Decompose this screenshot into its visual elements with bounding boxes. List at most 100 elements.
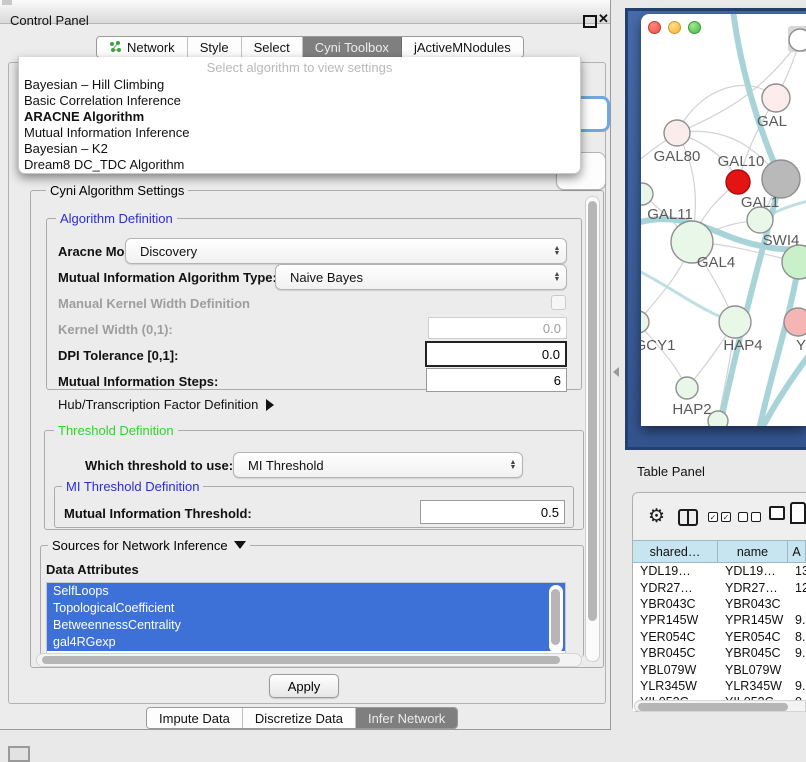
manual-kernel-checkbox[interactable] — [551, 295, 566, 310]
tab-label: Select — [254, 40, 290, 55]
top-edge-fragment — [2, 0, 12, 5]
table-hscrollbar-thumb[interactable] — [638, 703, 788, 711]
cyni-settings-title: Cyni Algorithm Settings — [46, 184, 188, 197]
tab-style[interactable]: Style — [188, 37, 242, 57]
mi-algorithm-type-label: Mutual Information Algorithm Type: — [58, 270, 277, 285]
network-node-gcy1[interactable] — [641, 311, 649, 333]
table-cell: 9. — [788, 679, 806, 693]
network-glyph-icon — [109, 41, 122, 53]
dropdown-item[interactable]: Dream8 DC_TDC Algorithm — [19, 157, 580, 173]
network-canvas[interactable]: GALGAL80GAL10GAL1GAL11GAL4SWI4GCY1HAP4YH… — [641, 14, 806, 426]
close-panel-button[interactable]: ✕ — [598, 11, 609, 27]
network-node-y[interactable] — [784, 308, 806, 336]
table-row[interactable]: YER054CYER054C8. — [633, 629, 806, 645]
sources-group-title[interactable]: Sources for Network Inference — [48, 539, 250, 552]
node-label: GAL4 — [697, 254, 735, 271]
network-node-gal10[interactable] — [726, 170, 750, 194]
network-node-gal80[interactable] — [664, 120, 690, 146]
clear-checks-icon[interactable] — [738, 512, 761, 522]
manual-kernel-label: Manual Kernel Width Definition — [58, 296, 250, 311]
table-cell: 9. — [788, 613, 806, 627]
dropdown-prompt: Select algorithm to view settings — [19, 57, 580, 77]
table-cell: YLR345W — [718, 679, 788, 693]
dropdown-item[interactable]: Mutual Information Inference — [19, 125, 580, 141]
dropdown-item[interactable]: ARACNE Algorithm — [19, 109, 580, 125]
node-label: GAL11 — [647, 206, 693, 223]
which-threshold-combobox[interactable]: MI Threshold ▲▼ — [233, 452, 523, 478]
tab-label: Cyni Toolbox — [315, 40, 389, 55]
table-cell: YBR045C — [718, 646, 788, 660]
attribute-list-item[interactable]: SelfLoops — [47, 583, 565, 600]
combo-arrows-icon: ▲▼ — [548, 246, 566, 256]
mi-threshold-input[interactable]: 0.5 — [420, 500, 565, 524]
docked-panel-chip[interactable] — [8, 746, 30, 762]
apply-button[interactable]: Apply — [269, 674, 339, 698]
attribute-list-item[interactable]: BetweennessCentrality — [47, 617, 565, 634]
node-label: GAL1 — [741, 194, 779, 211]
settings-hscrollbar-thumb[interactable] — [42, 656, 560, 664]
table-cell: YBR043C — [633, 597, 718, 611]
table-row[interactable]: YBR045CYBR045C9. — [633, 645, 806, 661]
settings-vscrollbar-track[interactable] — [585, 196, 600, 662]
tab-network[interactable]: Network — [97, 37, 188, 57]
mi-algorithm-type-combobox[interactable]: Naive Bayes ▲▼ — [275, 264, 567, 290]
dpi-tolerance-input[interactable]: 0.0 — [425, 341, 567, 367]
network-view-window[interactable]: GALGAL80GAL10GAL1GAL11GAL4SWI4GCY1HAP4YH… — [641, 14, 806, 426]
network-node[interactable] — [762, 160, 800, 198]
gear-icon[interactable]: ⚙ — [648, 505, 665, 528]
kernel-width-input[interactable]: 0.0 — [428, 317, 567, 339]
hub-factor-expander[interactable]: Hub/Transcription Factor Definition — [58, 397, 274, 412]
kernel-width-label: Kernel Width (0,1): — [58, 322, 173, 337]
mi-steps-input[interactable]: 6 — [426, 368, 567, 392]
list-vscrollbar-track[interactable] — [549, 585, 563, 653]
network-node-hap2[interactable] — [676, 377, 698, 399]
settings-vscrollbar-thumb[interactable] — [588, 201, 597, 621]
tab-label: Discretize Data — [255, 711, 343, 726]
table-row[interactable]: YLR345WYLR345W9. — [633, 678, 806, 694]
table-doc-icon[interactable] — [790, 502, 806, 524]
tab-select[interactable]: Select — [242, 37, 303, 57]
tab-infer-network[interactable]: Infer Network — [356, 708, 457, 728]
dropdown-item[interactable]: Bayesian – Hill Climbing — [19, 77, 580, 93]
table-cell: YPR145W — [718, 613, 788, 627]
network-node[interactable] — [789, 29, 806, 51]
table-column-header[interactable]: name — [718, 541, 788, 562]
network-edge[interactable] — [641, 322, 687, 388]
table-row[interactable]: YDR27…YDR27…12 — [633, 579, 806, 595]
table-row[interactable]: YPR145WYPR145W9. — [633, 612, 806, 628]
node-label: GAL10 — [718, 153, 765, 170]
table-cell: YBL079W — [633, 663, 718, 677]
dropdown-item[interactable]: Basic Correlation Inference — [19, 93, 580, 109]
table-row[interactable]: YBL079WYBL079W — [633, 661, 806, 677]
table-row[interactable]: YBR043CYBR043C — [633, 596, 806, 612]
table-column-header[interactable]: shared… — [633, 541, 718, 562]
attribute-list-item[interactable]: TopologicalCoefficient — [47, 600, 565, 617]
attribute-list-item[interactable]: gal4RGexp — [47, 634, 565, 651]
tab-label: Network — [127, 40, 175, 55]
select-all-checks-icon[interactable]: ✓✓ — [708, 512, 731, 522]
table-row[interactable]: YDL19…YDL19…13 — [633, 563, 806, 579]
table-column-header[interactable]: A — [788, 541, 806, 562]
table-cell: 12 — [788, 581, 806, 595]
table-cell: 13 — [788, 564, 806, 578]
table-cell: YER054C — [718, 630, 788, 644]
tab-discretize-data[interactable]: Discretize Data — [243, 708, 356, 728]
network-node-gal[interactable] — [762, 84, 790, 112]
float-window-button[interactable] — [583, 15, 597, 28]
aracne-mode-combobox[interactable]: Discovery ▲▼ — [125, 238, 567, 264]
function-icon-fragment[interactable] — [769, 506, 785, 520]
tab-cyni-toolbox[interactable]: Cyni Toolbox — [303, 37, 402, 57]
tab-label: jActiveMNodules — [414, 40, 511, 55]
columns-icon[interactable] — [678, 509, 698, 526]
network-node-hap4[interactable] — [719, 306, 751, 338]
list-vscrollbar-thumb[interactable] — [551, 589, 560, 645]
tab-impute-data[interactable]: Impute Data — [147, 708, 243, 728]
splitter-collapse-icon[interactable] — [613, 367, 619, 377]
settings-hscrollbar-track[interactable] — [36, 653, 582, 667]
dropdown-item[interactable]: Bayesian – K2 — [19, 141, 580, 157]
node-label: GAL — [757, 113, 787, 130]
table-hscrollbar-track[interactable] — [634, 700, 806, 712]
algorithm-definition-title: Algorithm Definition — [56, 212, 177, 225]
tab-jactivemnodules[interactable]: jActiveMNodules — [402, 37, 523, 57]
which-threshold-label: Which threshold to use: — [85, 458, 233, 473]
